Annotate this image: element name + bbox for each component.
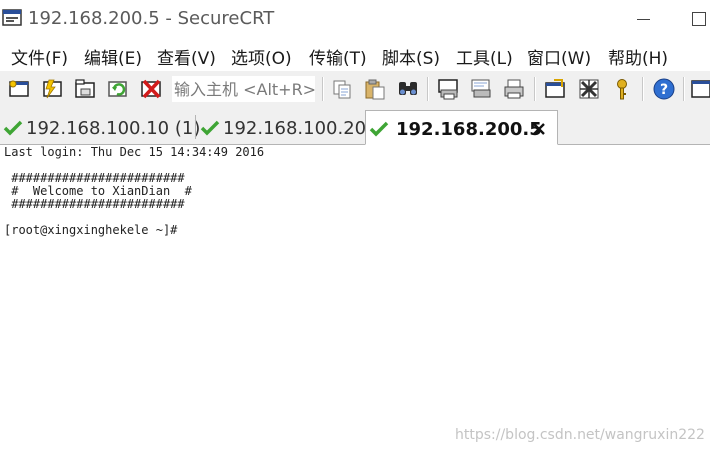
connect-icon[interactable] xyxy=(7,77,31,101)
terminal-prompt: [root@xingxinghekele ~]# xyxy=(4,223,178,237)
menu-help[interactable]: 帮助(H) xyxy=(608,44,668,69)
quick-connect-input[interactable] xyxy=(172,76,315,102)
check-icon xyxy=(200,120,220,136)
menu-options[interactable]: 选项(O) xyxy=(231,44,292,69)
global-options-icon[interactable] xyxy=(577,77,601,101)
securecrt-app-icon[interactable] xyxy=(2,8,22,28)
copy-icon[interactable] xyxy=(330,77,354,101)
menu-script[interactable]: 脚本(S) xyxy=(382,44,440,69)
print-selection-icon[interactable] xyxy=(469,77,493,101)
quick-connect-icon[interactable] xyxy=(40,77,64,101)
menu-transfer[interactable]: 传输(T) xyxy=(309,44,367,69)
tab-separator xyxy=(195,115,196,139)
find-icon[interactable] xyxy=(396,77,420,101)
reconnect-icon[interactable] xyxy=(106,77,130,101)
tab-label: 192.168.200.5 xyxy=(396,119,542,140)
menu-edit[interactable]: 编辑(E) xyxy=(84,44,142,69)
tab-session-3-active[interactable]: 192.168.200.5 xyxy=(365,110,558,145)
terminal-line: ######################## xyxy=(4,171,185,185)
keymap-icon[interactable] xyxy=(610,77,634,101)
tab-session-2[interactable]: 192.168.100.20 xyxy=(197,110,367,145)
toolbar-separator xyxy=(322,77,324,101)
toolbar-separator xyxy=(427,77,429,101)
print-screen-icon[interactable] xyxy=(436,77,460,101)
window-title: 192.168.200.5 - SecureCRT xyxy=(28,8,275,29)
terminal-line: # Welcome to XianDian # xyxy=(4,184,192,198)
terminal-line: Last login: Thu Dec 15 14:34:49 2016 xyxy=(4,145,265,159)
sftp-icon[interactable] xyxy=(690,77,710,101)
check-icon xyxy=(369,121,389,137)
tab-session-1[interactable]: 192.168.100.10 (1) xyxy=(0,110,200,145)
terminal-line: ######################## xyxy=(4,197,185,211)
disconnect-icon[interactable] xyxy=(139,77,163,101)
print-icon[interactable] xyxy=(502,77,526,101)
watermark: https://blog.csdn.net/wangruxin222 xyxy=(455,427,705,443)
terminal-output[interactable]: Last login: Thu Dec 15 14:34:49 2016 ###… xyxy=(0,145,710,453)
menu-tools[interactable]: 工具(L) xyxy=(456,44,513,69)
svg-text:?: ? xyxy=(660,82,668,98)
menu-view[interactable]: 查看(V) xyxy=(157,44,216,69)
toolbar: ? xyxy=(0,71,710,107)
toolbar-separator xyxy=(534,77,536,101)
help-icon[interactable]: ? xyxy=(652,77,676,101)
menu-file[interactable]: 文件(F) xyxy=(11,44,68,69)
paste-icon[interactable] xyxy=(363,77,387,101)
maximize-button[interactable] xyxy=(675,0,710,36)
tab-label: 192.168.100.10 (1) xyxy=(26,118,201,139)
menu-bar: 文件(F) 编辑(E) 查看(V) 选项(O) 传输(T) 脚本(S) 工具(L… xyxy=(0,36,710,71)
toolbar-separator xyxy=(642,77,644,101)
tab-label: 192.168.100.20 xyxy=(223,118,367,139)
check-icon xyxy=(3,120,23,136)
minimize-button[interactable] xyxy=(620,0,666,36)
session-options-icon[interactable] xyxy=(543,77,567,101)
toolbar-separator xyxy=(683,77,685,101)
menu-window[interactable]: 窗口(W) xyxy=(527,44,591,69)
connect-in-tab-icon[interactable] xyxy=(73,77,97,101)
close-icon[interactable] xyxy=(532,122,546,136)
session-tab-bar: 192.168.100.10 (1) 192.168.100.20 192.16… xyxy=(0,107,710,145)
title-bar: 192.168.200.5 - SecureCRT xyxy=(0,0,710,36)
